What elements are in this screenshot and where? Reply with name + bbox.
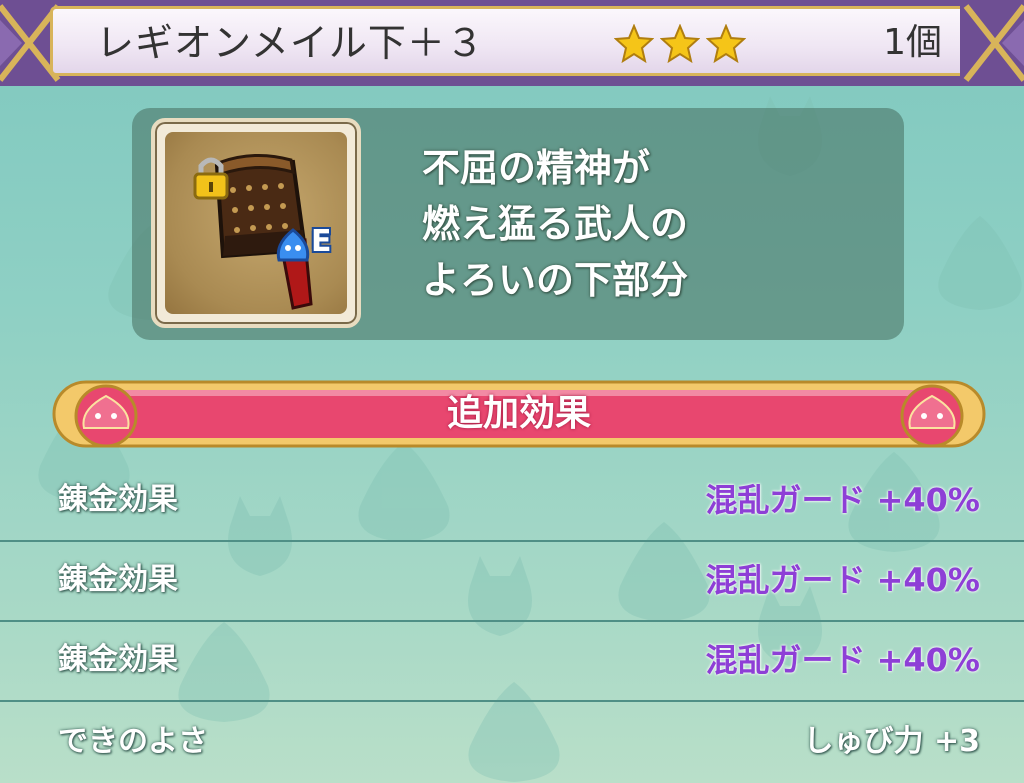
equipped-slime-icon — [276, 228, 310, 262]
description-line: 燃え猛る武人の — [422, 202, 689, 246]
star-icon — [614, 24, 654, 64]
banner-label: 追加効果 — [446, 393, 591, 434]
effect-value: 混乱ガード +40% — [705, 481, 980, 519]
star-icon — [706, 24, 746, 64]
star-icon — [660, 24, 700, 64]
effect-row: 錬金効果 混乱ガード +40% — [0, 540, 1024, 622]
effect-label: 錬金効果 — [58, 482, 178, 517]
item-header: レギオンメイル下＋３ 1個 — [0, 0, 1024, 86]
description-line: よろいの下部分 — [422, 258, 689, 302]
item-icon-frame: E — [151, 118, 361, 328]
rarity-stars — [614, 24, 746, 64]
effect-label: 錬金効果 — [58, 642, 178, 677]
effect-row: 錬金効果 混乱ガード +40% — [0, 620, 1024, 702]
header-corner-ornament-right — [960, 0, 1024, 86]
description-line: 不屈の精神が — [422, 146, 651, 190]
item-name: レギオンメイル下＋３ — [96, 21, 485, 65]
additional-effects-banner: 追加効果 — [52, 378, 986, 450]
effect-value: 混乱ガード +40% — [705, 561, 980, 599]
quality-row: できのよさ しゅび力 +3 — [0, 702, 1024, 782]
item-count: 1個 — [883, 22, 942, 63]
quality-value: しゅび力 +3 — [803, 724, 980, 759]
effect-value: 混乱ガード +40% — [705, 641, 980, 679]
effect-label: 錬金効果 — [58, 562, 178, 597]
equipped-badge: E — [311, 224, 332, 259]
lock-icon — [193, 157, 229, 200]
effect-row: 錬金効果 混乱ガード +40% — [0, 460, 1024, 542]
quality-label: できのよさ — [58, 724, 208, 759]
item-description: 不屈の精神が 燃え猛る武人の よろいの下部分 — [422, 140, 882, 308]
